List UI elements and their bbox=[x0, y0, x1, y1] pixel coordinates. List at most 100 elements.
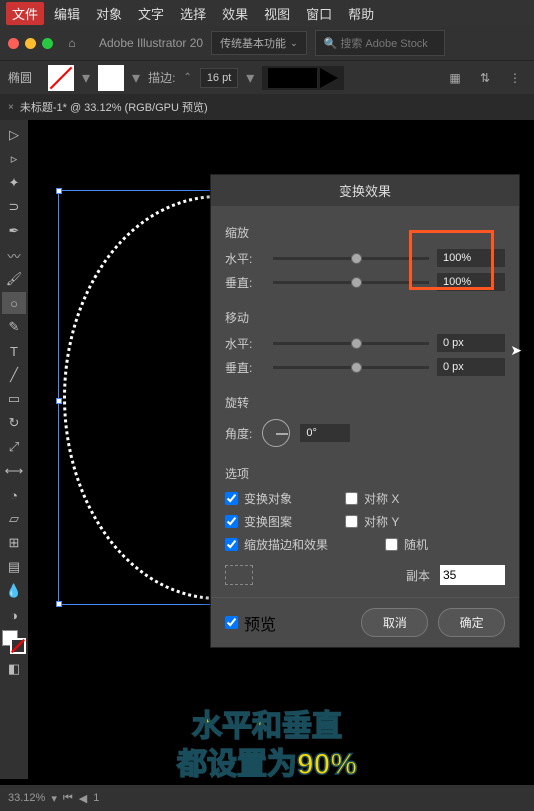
move-v-label: 垂直: bbox=[225, 359, 265, 376]
workspace-select[interactable]: 传统基本功能 bbox=[211, 31, 307, 55]
maximize-window-icon[interactable] bbox=[42, 38, 53, 49]
rotate-section-title: 旋转 bbox=[225, 394, 505, 411]
close-window-icon[interactable] bbox=[8, 38, 19, 49]
app-bar: ⌂ Adobe Illustrator 20 传统基本功能 🔍 搜索 Adobe… bbox=[0, 26, 534, 60]
artboard-number[interactable]: 1 bbox=[93, 792, 99, 804]
reflect-y-checkbox[interactable]: 对称 Y bbox=[345, 513, 445, 530]
move-v-slider[interactable] bbox=[273, 366, 429, 369]
menu-object[interactable]: 对象 bbox=[90, 2, 128, 25]
tab-title: 未标题-1* @ 33.12% (RGB/GPU 预览) bbox=[20, 99, 208, 115]
ellipse-tool[interactable]: ○ bbox=[2, 292, 26, 314]
document-tab[interactable]: × 未标题-1* @ 33.12% (RGB/GPU 预览) bbox=[8, 99, 208, 115]
more-icon[interactable]: ⋮ bbox=[504, 67, 526, 89]
menu-bar: 文件 编辑 对象 文字 选择 效果 视图 窗口 帮助 bbox=[0, 0, 534, 26]
menu-edit[interactable]: 编辑 bbox=[48, 2, 86, 25]
control-bar: 椭圆 ▾ ▾ 描边: ⌃ 16 pt ▾ ▦ ⇅ ⋮ bbox=[0, 60, 534, 94]
shape-label: 椭圆 bbox=[8, 69, 32, 86]
stroke-swatch[interactable] bbox=[98, 65, 124, 91]
cancel-button[interactable]: 取消 bbox=[361, 608, 428, 637]
menu-file[interactable]: 文件 bbox=[6, 2, 44, 25]
search-icon: 🔍 bbox=[324, 38, 338, 50]
direct-selection-tool[interactable]: ▹ bbox=[2, 148, 26, 170]
window-controls[interactable] bbox=[8, 38, 53, 49]
transform-effect-dialog: 变换效果 缩放 水平: 垂直: 移动 水平: 垂直: 旋转 角度: bbox=[210, 174, 520, 648]
scale-v-slider[interactable] bbox=[273, 281, 429, 284]
perspective-tool[interactable]: ▱ bbox=[2, 508, 26, 530]
toolbox: ▷ ▹ ✦ ⊃ ✒ 〰 🖌 ○ ✎ T ╱ ▭ ↻ ⤢ ⟷ ◔ ▱ ⊞ ▤ 💧 … bbox=[0, 120, 28, 779]
stroke-weight-input[interactable]: 16 pt bbox=[200, 68, 238, 88]
magic-wand-tool[interactable]: ✦ bbox=[2, 172, 26, 194]
nav-first-icon[interactable]: ⏮ bbox=[63, 792, 73, 805]
anchor-point-selector[interactable] bbox=[225, 565, 253, 585]
fill-stroke-control[interactable] bbox=[2, 630, 26, 654]
search-input[interactable]: 🔍 搜索 Adobe Stock bbox=[315, 30, 445, 56]
scale-tool[interactable]: ⤢ bbox=[2, 436, 26, 458]
move-v-input[interactable] bbox=[437, 358, 505, 376]
copies-input[interactable] bbox=[440, 565, 505, 585]
menu-view[interactable]: 视图 bbox=[258, 2, 296, 25]
curvature-tool[interactable]: 〰 bbox=[2, 244, 26, 266]
home-icon[interactable]: ⌂ bbox=[61, 32, 83, 54]
align-icon[interactable]: ▦ bbox=[444, 67, 466, 89]
paintbrush-tool[interactable]: ✎ bbox=[2, 316, 26, 338]
menu-type[interactable]: 文字 bbox=[132, 2, 170, 25]
preview-checkbox[interactable]: 预览 bbox=[225, 611, 325, 635]
rectangle-tool[interactable]: ▭ bbox=[2, 388, 26, 410]
minimize-window-icon[interactable] bbox=[25, 38, 36, 49]
transform-icon[interactable]: ⇅ bbox=[474, 67, 496, 89]
angle-dial[interactable] bbox=[262, 419, 290, 447]
scale-section-title: 缩放 bbox=[225, 224, 505, 241]
color-mode-icon[interactable]: ◧ bbox=[2, 658, 26, 680]
move-h-input[interactable] bbox=[437, 334, 505, 352]
transform-objects-checkbox[interactable]: 变换对象 bbox=[225, 490, 325, 507]
lasso-tool[interactable]: ⊃ bbox=[2, 196, 26, 218]
reflect-x-checkbox[interactable]: 对称 X bbox=[345, 490, 445, 507]
move-h-label: 水平: bbox=[225, 335, 265, 352]
document-tabs: × 未标题-1* @ 33.12% (RGB/GPU 预览) bbox=[0, 94, 534, 120]
angle-label: 角度: bbox=[225, 425, 252, 442]
pen-tool[interactable]: ✒ bbox=[2, 220, 26, 242]
options-section-title: 选项 bbox=[225, 465, 505, 482]
menu-select[interactable]: 选择 bbox=[174, 2, 212, 25]
menu-effect[interactable]: 效果 bbox=[216, 2, 254, 25]
shape-builder-tool[interactable]: ◔ bbox=[2, 484, 26, 506]
scale-h-input[interactable] bbox=[437, 249, 505, 267]
scale-v-input[interactable] bbox=[437, 273, 505, 291]
cursor-icon: ➤ bbox=[510, 342, 522, 359]
zoom-level[interactable]: 33.12% bbox=[8, 792, 45, 804]
zoom-dropdown-icon[interactable]: ▾ bbox=[51, 792, 57, 805]
dialog-title: 变换效果 bbox=[211, 175, 519, 206]
scale-h-slider[interactable] bbox=[273, 257, 429, 260]
menu-window[interactable]: 窗口 bbox=[300, 2, 338, 25]
random-checkbox[interactable]: 随机 bbox=[385, 536, 485, 553]
subtitle-overlay: 水平和垂直 都设置为90% bbox=[0, 708, 534, 783]
close-tab-icon[interactable]: × bbox=[8, 102, 14, 113]
copies-label: 副本 bbox=[406, 567, 430, 584]
scale-v-label: 垂直: bbox=[225, 274, 265, 291]
scale-strokes-checkbox[interactable]: 缩放描边和效果 bbox=[225, 536, 365, 553]
eyedropper-tool[interactable]: 💧 bbox=[2, 580, 26, 602]
blend-tool[interactable]: ◑ bbox=[2, 604, 26, 626]
rotate-tool[interactable]: ↻ bbox=[2, 412, 26, 434]
fill-swatch[interactable] bbox=[48, 65, 74, 91]
brush-preview[interactable] bbox=[268, 68, 338, 88]
type-tool[interactable]: T bbox=[2, 340, 26, 362]
move-section-title: 移动 bbox=[225, 309, 505, 326]
menu-help[interactable]: 帮助 bbox=[342, 2, 380, 25]
mesh-tool[interactable]: ⊞ bbox=[2, 532, 26, 554]
gradient-tool[interactable]: ▤ bbox=[2, 556, 26, 578]
app-title: Adobe Illustrator 20 bbox=[99, 36, 203, 50]
angle-input[interactable] bbox=[300, 424, 350, 442]
brush-tool[interactable]: 🖌 bbox=[2, 268, 26, 290]
scale-h-label: 水平: bbox=[225, 250, 265, 267]
transform-patterns-checkbox[interactable]: 变换图案 bbox=[225, 513, 325, 530]
nav-prev-icon[interactable]: ◀ bbox=[79, 792, 87, 805]
status-bar: 33.12% ▾ ⏮ ◀ 1 bbox=[0, 785, 534, 811]
ok-button[interactable]: 确定 bbox=[438, 608, 505, 637]
selection-tool[interactable]: ▷ bbox=[2, 124, 26, 146]
move-h-slider[interactable] bbox=[273, 342, 429, 345]
line-tool[interactable]: ╱ bbox=[2, 364, 26, 386]
width-tool[interactable]: ⟷ bbox=[2, 460, 26, 482]
stroke-label: 描边: bbox=[148, 69, 175, 86]
decrement-icon[interactable]: ⌃ bbox=[183, 72, 191, 83]
